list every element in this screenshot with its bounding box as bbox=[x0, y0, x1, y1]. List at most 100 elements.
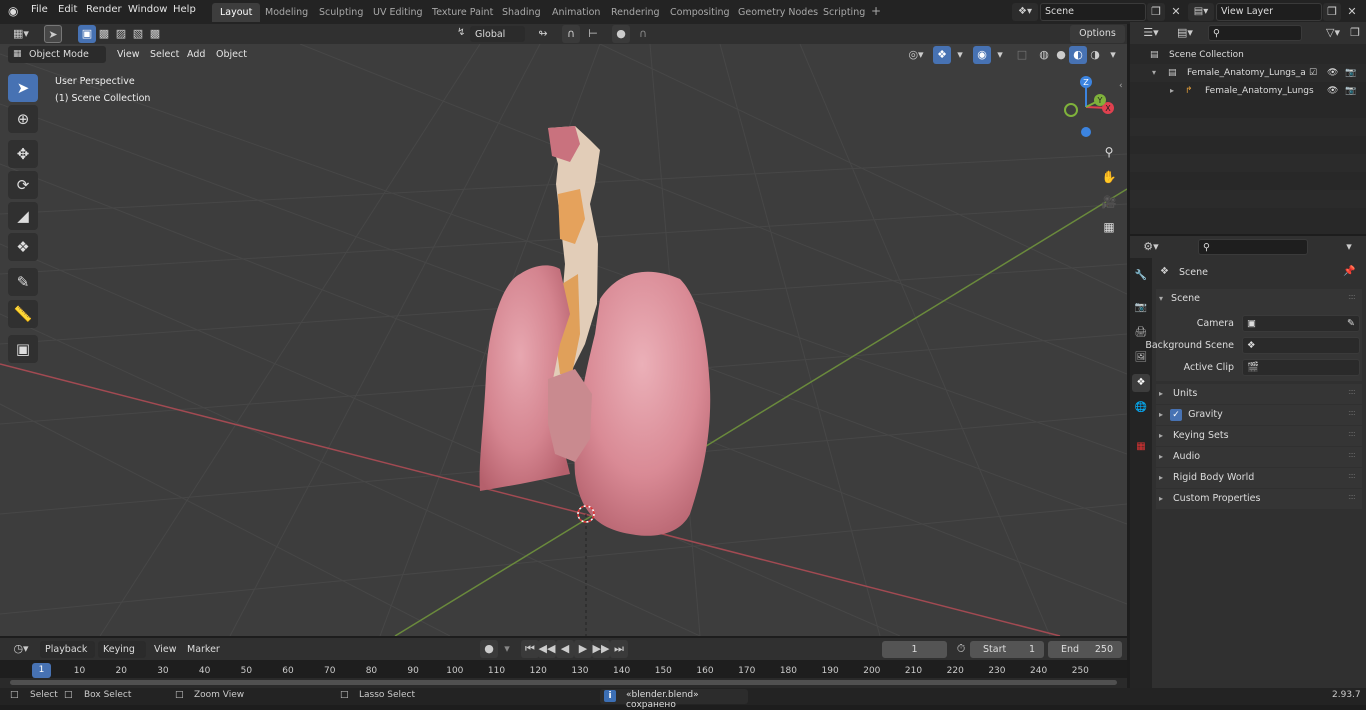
cursor-tool[interactable]: ⊕ bbox=[8, 105, 38, 133]
pan-hand-icon[interactable]: ✋ bbox=[1098, 166, 1120, 188]
background-scene-field[interactable]: ❖ bbox=[1242, 337, 1360, 354]
tab-animation[interactable]: Animation bbox=[544, 3, 608, 22]
new-collection-icon[interactable]: ❐ bbox=[1346, 24, 1364, 42]
prev-keyframe-icon[interactable]: ◀◀ bbox=[538, 640, 556, 658]
timeline-editor-type-icon[interactable]: ◷▾ bbox=[8, 640, 34, 658]
navigation-gizmo[interactable]: Z Y X bbox=[1056, 72, 1120, 138]
tab-layout[interactable]: Layout bbox=[212, 3, 261, 22]
menu-help[interactable]: Help bbox=[173, 4, 196, 15]
scene-panel-header[interactable]: ▾ Scene bbox=[1156, 289, 1362, 309]
3d-viewport[interactable] bbox=[0, 44, 1127, 636]
play-reverse-icon[interactable]: ◀ bbox=[556, 640, 574, 658]
editor-type-icon[interactable]: ▦▾ bbox=[8, 25, 34, 43]
object-eye-icon[interactable]: 👁 bbox=[1327, 82, 1338, 100]
measure-tool[interactable]: 📏 bbox=[8, 300, 38, 328]
render-camera-icon[interactable]: 📷 bbox=[1345, 64, 1356, 82]
keying-sets-panel-header[interactable]: ▸ Keying Sets bbox=[1156, 426, 1362, 446]
tab-shading[interactable]: Shading bbox=[494, 3, 549, 22]
add-workspace-button[interactable]: + bbox=[871, 4, 881, 18]
drag-grip-icon[interactable]: :::: bbox=[1348, 492, 1356, 501]
delete-view-layer-icon[interactable]: ✕ bbox=[1343, 3, 1361, 21]
visibility-icon[interactable]: ◎▾ bbox=[903, 46, 929, 64]
tab-rendering[interactable]: Rendering bbox=[603, 3, 668, 22]
keying-menu[interactable]: Keying bbox=[98, 641, 146, 658]
proportional-edit-icon[interactable]: ● bbox=[612, 25, 630, 43]
outliner-search-input[interactable]: ⚲ bbox=[1208, 25, 1302, 41]
move-tool[interactable]: ✥ bbox=[8, 140, 38, 168]
gizmo-toggle-icon[interactable]: ❖ bbox=[933, 46, 951, 64]
gravity-panel-header[interactable]: ▸ ✓ Gravity bbox=[1156, 405, 1362, 425]
rigid-body-panel-header[interactable]: ▸ Rigid Body World bbox=[1156, 468, 1362, 488]
next-keyframe-icon[interactable]: ▶▶ bbox=[592, 640, 610, 658]
sidebar-toggle-icon[interactable]: ‹ bbox=[1119, 81, 1123, 91]
audio-panel-header[interactable]: ▸ Audio bbox=[1156, 447, 1362, 467]
rendered-shading-icon[interactable]: ◑ bbox=[1086, 46, 1104, 64]
drag-grip-icon[interactable]: :::: bbox=[1348, 429, 1356, 438]
menu-edit[interactable]: Edit bbox=[58, 4, 77, 15]
timeline-scrollbar[interactable] bbox=[10, 680, 1117, 685]
delete-scene-icon[interactable]: ✕ bbox=[1167, 3, 1185, 21]
jump-end-icon[interactable]: ⏭ bbox=[610, 640, 628, 658]
menu-file[interactable]: File bbox=[31, 4, 48, 15]
view-layer-field[interactable]: View Layer bbox=[1216, 3, 1322, 21]
drag-grip-icon[interactable]: :::: bbox=[1348, 450, 1356, 459]
outliner-row-collection[interactable]: ▾ ▤ Female_Anatomy_Lungs_anc ☑ 👁 📷 bbox=[1130, 64, 1366, 82]
scale-tool[interactable]: ◢ bbox=[8, 202, 38, 230]
start-frame-field[interactable]: Start 1 bbox=[970, 641, 1044, 658]
viewport-menu-select[interactable]: Select bbox=[150, 49, 179, 60]
tool-tab-icon[interactable]: 🔧 bbox=[1132, 267, 1150, 285]
snap-icon[interactable]: ∩ bbox=[562, 25, 580, 43]
current-frame-field[interactable]: 1 bbox=[882, 641, 947, 658]
tab-texture-paint[interactable]: Texture Paint bbox=[424, 3, 501, 22]
custom-properties-panel-header[interactable]: ▸ Custom Properties bbox=[1156, 489, 1362, 509]
mode-dropdown[interactable]: Object Mode bbox=[8, 46, 106, 63]
options-dropdown[interactable]: Options bbox=[1070, 25, 1125, 43]
record-icon[interactable]: ● bbox=[480, 640, 498, 658]
filter-icon[interactable]: ▽▾ bbox=[1320, 24, 1346, 42]
camera-field[interactable]: ▣ ✎ bbox=[1242, 315, 1360, 332]
texture-tab-icon[interactable]: ▦ bbox=[1132, 438, 1150, 456]
eye-icon[interactable]: 👁 bbox=[1327, 64, 1338, 82]
mode-difference-icon[interactable]: ▧ bbox=[129, 25, 147, 43]
shading-dropdown-icon[interactable]: ▾ bbox=[1104, 46, 1122, 64]
snap-target-icon[interactable]: ⊢ bbox=[580, 25, 606, 43]
blender-logo-icon[interactable]: ◉ bbox=[8, 4, 18, 18]
outliner-row-scene-collection[interactable]: ▤ Scene Collection bbox=[1130, 46, 1366, 64]
add-cube-tool[interactable]: ▣ bbox=[8, 335, 38, 363]
view-layer-selector-icon[interactable]: ▤▾ bbox=[1188, 3, 1214, 21]
outliner-editor-type-icon[interactable]: ☰▾ bbox=[1138, 24, 1164, 42]
drag-grip-icon[interactable]: :::: bbox=[1348, 292, 1356, 301]
scene-selector-icon[interactable]: ❖▾ bbox=[1012, 3, 1038, 21]
active-clip-field[interactable]: 🎬 bbox=[1242, 359, 1360, 376]
tab-sculpting[interactable]: Sculpting bbox=[311, 3, 371, 22]
mode-extend-icon[interactable]: ▩ bbox=[95, 25, 113, 43]
mode-new-icon[interactable]: ▣ bbox=[78, 25, 96, 43]
viewport-menu-view[interactable]: View bbox=[117, 49, 140, 60]
active-tool-cursor-icon[interactable]: ➤ bbox=[44, 25, 62, 43]
annotate-tool[interactable]: ✎ bbox=[8, 268, 38, 296]
world-tab-icon[interactable]: 🌐 bbox=[1132, 399, 1150, 417]
end-frame-field[interactable]: End 250 bbox=[1048, 641, 1122, 658]
collapse-arrow-icon[interactable]: ▾ bbox=[1152, 64, 1156, 82]
wireframe-shading-icon[interactable]: ◍ bbox=[1035, 46, 1053, 64]
viewport-menu-object[interactable]: Object bbox=[216, 49, 247, 60]
orientation-dropdown[interactable]: Global bbox=[470, 26, 525, 42]
rotate-tool[interactable]: ⟳ bbox=[8, 171, 38, 199]
menu-window[interactable]: Window bbox=[128, 4, 167, 15]
drag-grip-icon[interactable]: :::: bbox=[1348, 387, 1356, 396]
tab-scripting[interactable]: Scripting bbox=[815, 3, 873, 22]
scene-tab-icon[interactable]: ❖ bbox=[1132, 374, 1150, 392]
expand-arrow-icon[interactable]: ▸ bbox=[1170, 82, 1174, 100]
tab-uv-editing[interactable]: UV Editing bbox=[365, 3, 431, 22]
object-render-icon[interactable]: 📷 bbox=[1345, 82, 1356, 100]
properties-search-input[interactable]: ⚲ bbox=[1198, 239, 1308, 255]
pivot-point-icon[interactable]: ↬ bbox=[531, 25, 555, 43]
record-dropdown-icon[interactable]: ▾ bbox=[498, 640, 516, 658]
play-icon[interactable]: ▶ bbox=[574, 640, 592, 658]
timeline-marker-menu[interactable]: Marker bbox=[187, 644, 220, 655]
units-panel-header[interactable]: ▸ Units bbox=[1156, 384, 1362, 404]
info-message-box[interactable]: i «blender.blend» сохранено bbox=[600, 689, 748, 710]
transform-tool[interactable]: ❖ bbox=[8, 233, 38, 261]
mode-subtract-icon[interactable]: ▨ bbox=[112, 25, 130, 43]
outliner-row-object[interactable]: ▸ ↱ Female_Anatomy_Lungs 👁 📷 bbox=[1130, 82, 1366, 100]
